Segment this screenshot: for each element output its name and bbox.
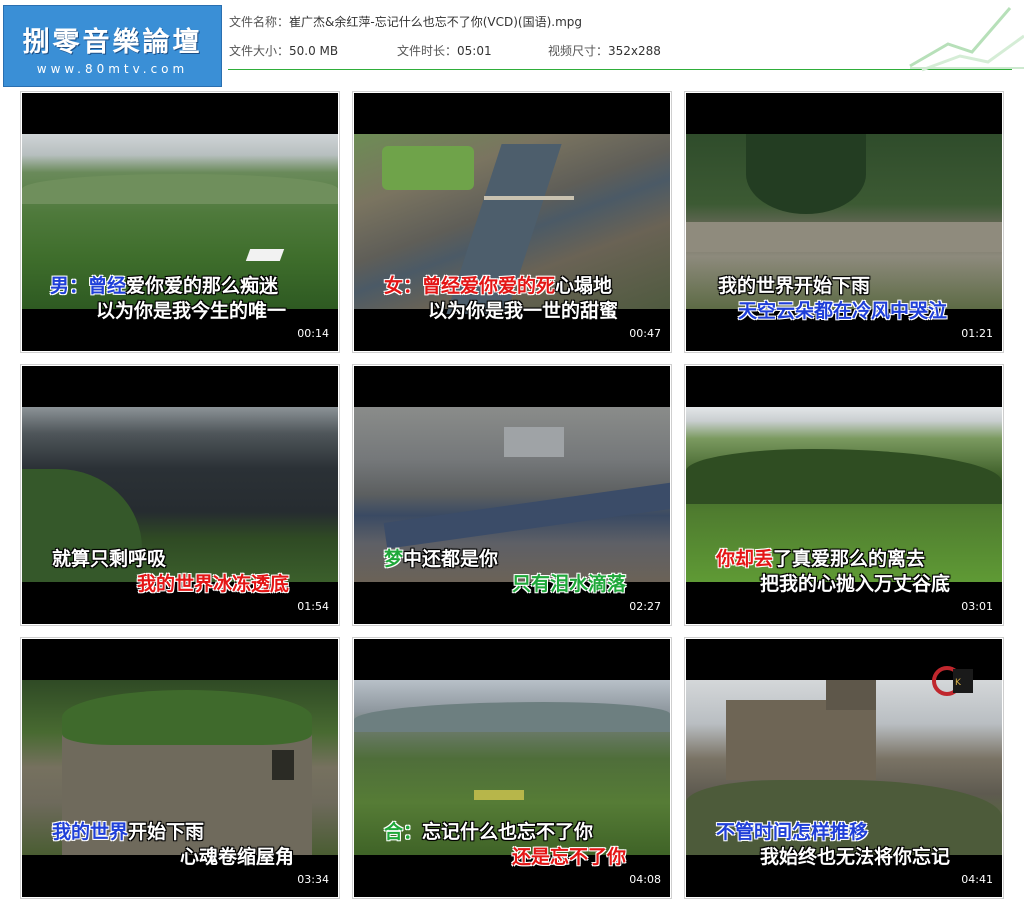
file-size-label: 文件大小： (229, 44, 290, 58)
lyric-text: 以为你是我一世的甜蜜 (428, 300, 619, 322)
lyric-line-2: 天空云朵都在冷风中哭泣 (686, 296, 1002, 323)
thumbnail-1[interactable]: 男：曾经爱你爱的那么痴迷 以为你是我今生的唯一 00:14 (20, 91, 340, 353)
lyric-line-1: 男：曾经爱你爱的那么痴迷 (22, 271, 338, 298)
lyric-line-1: 女：曾经爱你爱的死心塌地 (354, 271, 670, 298)
lyric-line-2: 以为你是我一世的甜蜜 (354, 296, 670, 323)
timestamp: 00:47 (629, 327, 661, 340)
file-name-row: 文件名称：崔广杰&余红萍-忘记什么也忘不了你(VCD)(国语).mpg (229, 13, 582, 30)
lyric-line-2: 我的世界冰冻透底 (22, 569, 338, 596)
file-name-value: 崔广杰&余红萍-忘记什么也忘不了你(VCD)(国语).mpg (289, 15, 582, 29)
channel-logo-icon: K (932, 666, 973, 696)
timestamp: 01:21 (961, 327, 993, 340)
lyric-highlight: 你却丢 (716, 548, 774, 570)
timestamp: 03:01 (961, 600, 993, 613)
lyric-highlight: 我的世界 (52, 821, 129, 843)
video-frame: 我的世界开始下雨 天空云朵都在冷风中哭泣 01:21 (686, 93, 1002, 351)
thumbnail-grid: 男：曾经爱你爱的那么痴迷 以为你是我今生的唯一 00:14 女：曾经爱你爱的死心… (20, 91, 1004, 899)
lyric-highlight: 合： (384, 821, 423, 843)
thumbnail-9[interactable]: K 不管时间怎样推移 我始终也无法将你忘记 04:41 (684, 637, 1004, 899)
lyric-text: 把我的心抛入万丈谷底 (760, 573, 951, 595)
lyric-line-1: 你却丢了真爱那么的离去 (686, 544, 1002, 571)
lyric-line-1: 合：忘记什么也忘不了你 (354, 817, 670, 844)
site-logo: 捌零音樂論壇 www.80mtv.com (3, 5, 222, 87)
thumbnail-8[interactable]: 合：忘记什么也忘不了你 还是忘不了你 04:08 (352, 637, 672, 899)
lyric-text: 心塌地 (555, 275, 613, 297)
timestamp: 02:27 (629, 600, 661, 613)
lyric-highlight: 还是忘不了你 (512, 846, 627, 868)
file-info-header: 捌零音樂論壇 www.80mtv.com 文件名称：崔广杰&余红萍-忘记什么也忘… (0, 0, 1024, 87)
timestamp: 01:54 (297, 600, 329, 613)
video-frame: 我的世界开始下雨 心魂卷缩屋角 03:34 (22, 639, 338, 897)
lyric-text: 我的世界开始下雨 (718, 275, 871, 297)
video-frame: K 不管时间怎样推移 我始终也无法将你忘记 04:41 (686, 639, 1002, 897)
file-size-value: 50.0 MB (289, 44, 339, 58)
lyric-text: 我始终也无法将你忘记 (760, 846, 951, 868)
header-divider (228, 69, 1012, 70)
lyric-text: 忘记什么也忘不了你 (422, 821, 594, 843)
thumbnail-6[interactable]: 你却丢了真爱那么的离去 把我的心抛入万丈谷底 03:01 (684, 364, 1004, 626)
thumbnail-3[interactable]: 我的世界开始下雨 天空云朵都在冷风中哭泣 01:21 (684, 91, 1004, 353)
resolution-row: 视频尺寸：352x288 (548, 42, 661, 59)
logo-site-url: www.80mtv.com (36, 62, 189, 76)
lyric-line-2: 我始终也无法将你忘记 (686, 842, 1002, 869)
lyric-highlight: 女：曾经爱你爱的死 (384, 275, 556, 297)
timestamp: 00:14 (297, 327, 329, 340)
logo-title: 捌零音樂論壇 (22, 27, 203, 58)
lyric-text: 以为你是我今生的唯一 (96, 300, 287, 322)
lyric-text: 开始下雨 (128, 821, 205, 843)
lyric-text: 中还都是你 (403, 548, 499, 570)
thumbnail-4[interactable]: 就算只剩呼吸 我的世界冰冻透底 01:54 (20, 364, 340, 626)
duration-row: 文件时长：05:01 (397, 42, 492, 59)
lyric-line-1: 不管时间怎样推移 (686, 817, 1002, 844)
file-size-row: 文件大小：50.0 MB (229, 42, 338, 59)
timestamp: 04:41 (961, 873, 993, 886)
lyric-text: 心魂卷缩屋角 (180, 846, 295, 868)
video-frame: 合：忘记什么也忘不了你 还是忘不了你 04:08 (354, 639, 670, 897)
lyric-line-1: 我的世界开始下雨 (686, 271, 1002, 298)
lyric-line-1: 我的世界开始下雨 (22, 817, 338, 844)
timestamp: 03:34 (297, 873, 329, 886)
resolution-value: 352x288 (608, 44, 661, 58)
video-frame: 你却丢了真爱那么的离去 把我的心抛入万丈谷底 03:01 (686, 366, 1002, 624)
lyric-line-2: 以为你是我今生的唯一 (22, 296, 338, 323)
timestamp: 04:08 (629, 873, 661, 886)
lyric-text: 了真爱那么的离去 (773, 548, 926, 570)
lyric-line-1: 就算只剩呼吸 (22, 544, 338, 571)
lyric-highlight: 梦 (384, 548, 404, 570)
duration-label: 文件时长： (397, 44, 458, 58)
thumbnail-5[interactable]: 梦中还都是你 只有泪水滴落 02:27 (352, 364, 672, 626)
video-frame: 就算只剩呼吸 我的世界冰冻透底 01:54 (22, 366, 338, 624)
lyric-line-2: 把我的心抛入万丈谷底 (686, 569, 1002, 596)
thumbnail-7[interactable]: 我的世界开始下雨 心魂卷缩屋角 03:34 (20, 637, 340, 899)
lyric-highlight: 天空云朵都在冷风中哭泣 (738, 300, 948, 322)
lyric-text: 爱你爱的那么痴迷 (126, 275, 279, 297)
lyric-line-2: 心魂卷缩屋角 (22, 842, 338, 869)
lyric-line-2: 还是忘不了你 (354, 842, 670, 869)
resolution-label: 视频尺寸： (548, 44, 609, 58)
header-decoration-graphic (909, 7, 1024, 72)
lyric-line-1: 梦中还都是你 (354, 544, 670, 571)
lyric-line-2: 只有泪水滴落 (354, 569, 670, 596)
duration-value: 05:01 (457, 44, 492, 58)
thumbnail-2[interactable]: 女：曾经爱你爱的死心塌地 以为你是我一世的甜蜜 00:47 (352, 91, 672, 353)
video-frame: 男：曾经爱你爱的那么痴迷 以为你是我今生的唯一 00:14 (22, 93, 338, 351)
video-frame: 女：曾经爱你爱的死心塌地 以为你是我一世的甜蜜 00:47 (354, 93, 670, 351)
lyric-highlight: 我的世界冰冻透底 (137, 573, 290, 595)
lyric-highlight: 只有泪水滴落 (512, 573, 627, 595)
video-frame: 梦中还都是你 只有泪水滴落 02:27 (354, 366, 670, 624)
lyric-highlight: 不管时间怎样推移 (716, 821, 869, 843)
lyric-text: 就算只剩呼吸 (52, 548, 167, 570)
lyric-highlight: 男：曾经 (50, 275, 127, 297)
file-name-label: 文件名称： (229, 15, 290, 29)
